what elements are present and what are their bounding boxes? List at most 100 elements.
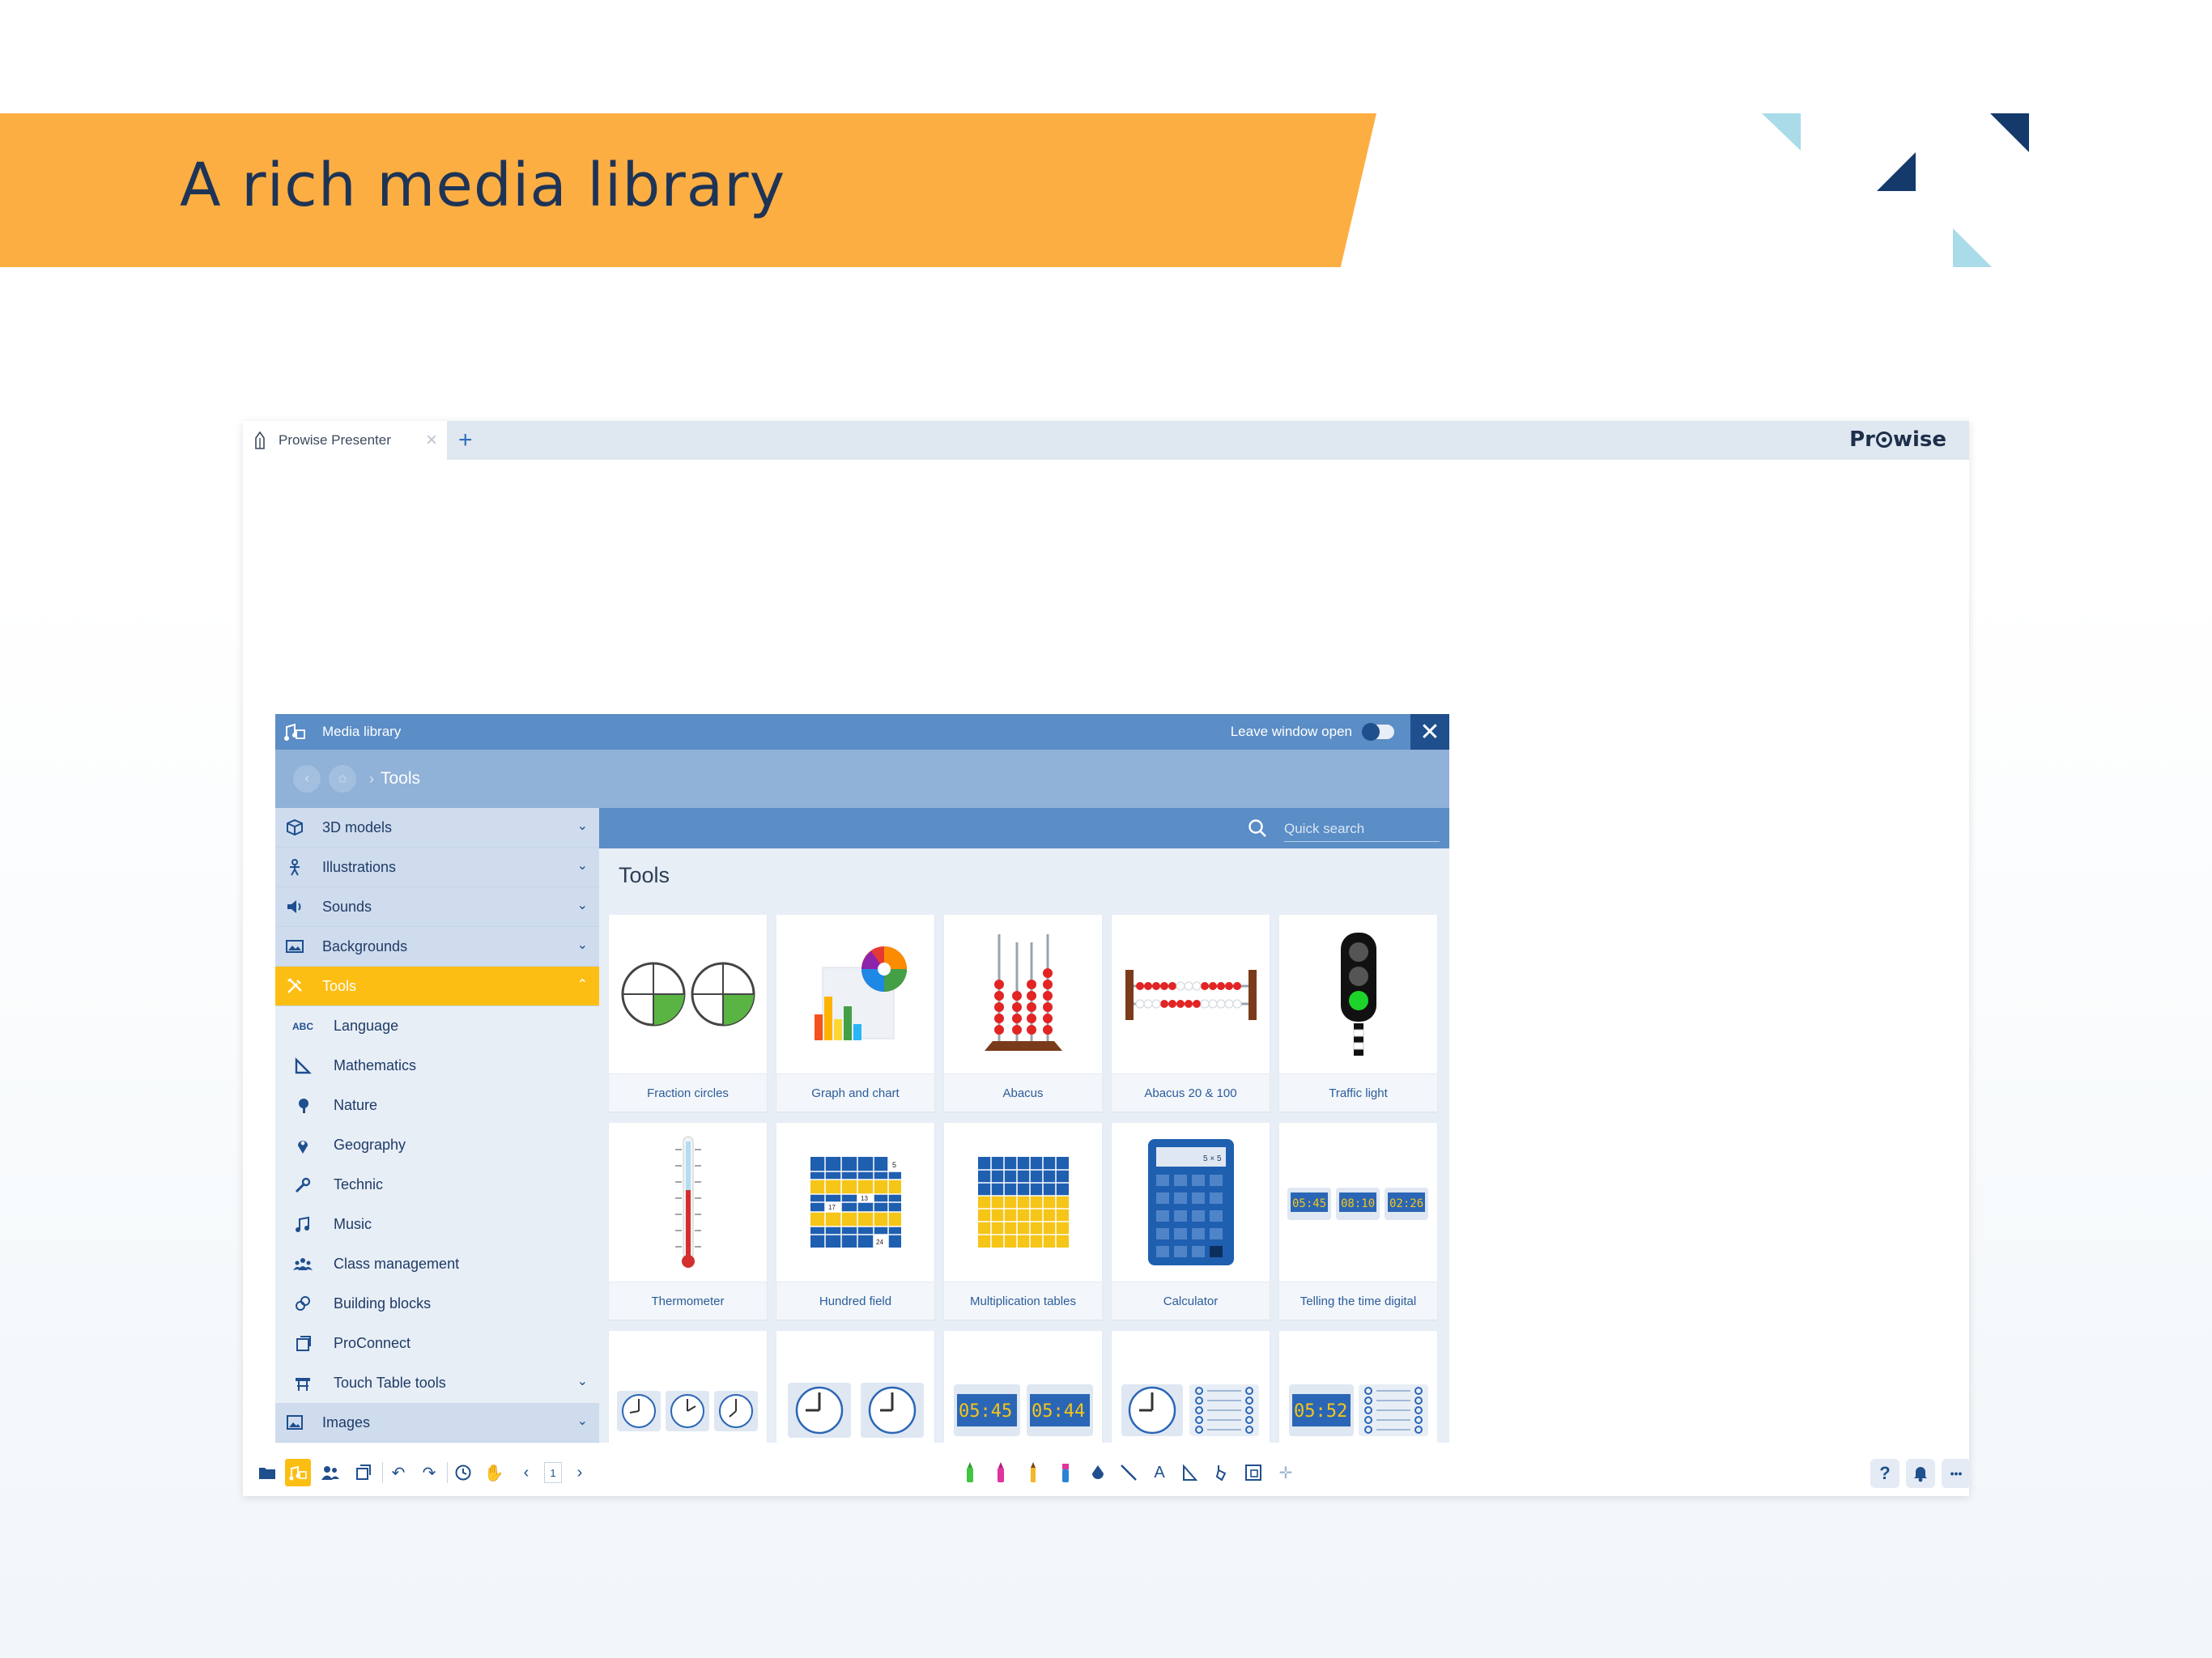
abacus-icon xyxy=(984,933,1062,1051)
page-number[interactable]: 1 xyxy=(544,1462,562,1483)
digital-clock-pair-icon: 05:45 05:44 xyxy=(953,1384,1093,1436)
close-tab-icon[interactable]: × xyxy=(426,431,437,450)
abacus-horizontal-icon xyxy=(1125,969,1257,1020)
tool-label: Abacus xyxy=(944,1073,1102,1112)
previous-page-icon[interactable]: ‹ xyxy=(513,1459,539,1486)
home-button[interactable]: ⌂ xyxy=(329,765,356,793)
add-tab-button[interactable]: + xyxy=(458,428,473,453)
sidebar-item-backgrounds[interactable]: Backgrounds ⌄ xyxy=(275,927,599,967)
pink-marker-icon[interactable] xyxy=(988,1459,1014,1486)
blocks-icon xyxy=(293,1295,313,1314)
tool-card-hundred-field[interactable]: 5 13 17 24 Hundred field xyxy=(776,1123,934,1320)
wrench-icon xyxy=(293,1175,313,1195)
analog-clock-pair-icon xyxy=(787,1382,924,1438)
tools-grid: Fraction circles Graph and chart Abacus … xyxy=(609,915,1449,1443)
toolbar-divider xyxy=(447,1462,448,1483)
sidebar-item-language[interactable]: ABC Language xyxy=(275,1006,599,1046)
next-page-icon[interactable]: › xyxy=(567,1459,593,1486)
yellow-pencil-icon[interactable] xyxy=(1020,1459,1046,1486)
svg-text:24: 24 xyxy=(876,1239,883,1246)
analog-clocks-icon xyxy=(616,1390,758,1431)
tool-label: Traffic light xyxy=(1279,1073,1437,1112)
media-library-toolbar-icon[interactable] xyxy=(285,1459,311,1486)
tool-card-traffic-light[interactable]: Traffic light xyxy=(1279,915,1437,1112)
sidebar-item-touch-table-tools[interactable]: Touch Table tools ⌄ xyxy=(275,1363,599,1403)
sidebar-item-proconnect[interactable]: ProConnect xyxy=(275,1324,599,1363)
tool-card-calculator[interactable]: 5 × 5 Calculator xyxy=(1112,1123,1270,1320)
fill-icon[interactable] xyxy=(1085,1459,1111,1486)
tool-card-abacus-20-100[interactable]: Abacus 20 & 100 xyxy=(1112,915,1270,1112)
sidebar-item-sounds[interactable]: Sounds ⌄ xyxy=(275,887,599,927)
decor-triangle xyxy=(1990,113,2029,152)
tool-label: Hundred field xyxy=(776,1282,934,1320)
hand-icon[interactable]: ✋ xyxy=(481,1459,507,1486)
ruler-icon[interactable] xyxy=(1177,1459,1203,1486)
tab-bar: Prowise Presenter × + Pr wise xyxy=(243,421,1969,460)
traffic-light-icon xyxy=(1340,932,1376,1056)
tool-card-abacus[interactable]: Abacus xyxy=(944,915,1102,1112)
sidebar-item-geography[interactable]: Geography xyxy=(275,1125,599,1165)
svg-text:13: 13 xyxy=(861,1195,868,1202)
graph-chart-icon xyxy=(814,946,907,1040)
close-media-library-button[interactable]: ✕ xyxy=(1410,714,1449,750)
users-icon[interactable] xyxy=(317,1459,343,1486)
sidebar-item-building-blocks[interactable]: Building blocks xyxy=(275,1284,599,1324)
search-icon[interactable] xyxy=(1247,818,1268,839)
thermometer-icon xyxy=(674,1136,701,1268)
breadcrumb-bar: ‹ ⌂ › Tools xyxy=(275,750,1449,808)
tool-card-telling-time-digital[interactable]: 05:45 08:10 02:26 Telling the time digit… xyxy=(1279,1123,1437,1320)
tool-card-analog-clocks[interactable] xyxy=(609,1331,767,1443)
text-tool-icon[interactable]: A xyxy=(1146,1459,1172,1486)
media-library-icon xyxy=(284,723,305,741)
move-icon[interactable]: ✛ xyxy=(1273,1459,1299,1486)
tool-card-digital-clock-schedule[interactable]: 05:52 xyxy=(1279,1331,1437,1443)
screen-capture-icon[interactable] xyxy=(1240,1459,1266,1486)
tool-card-analog-clock-pair[interactable] xyxy=(776,1331,934,1443)
blue-marker-icon[interactable] xyxy=(1053,1459,1078,1486)
svg-text:5: 5 xyxy=(892,1161,896,1169)
tool-card-graph-and-chart[interactable]: Graph and chart xyxy=(776,915,934,1112)
tool-card-clock-schedule[interactable] xyxy=(1112,1331,1270,1443)
redo-icon[interactable]: ↷ xyxy=(416,1459,442,1486)
tool-card-thermometer[interactable]: Thermometer xyxy=(609,1123,767,1320)
breadcrumb-current[interactable]: Tools xyxy=(381,769,420,789)
bottom-toolbar: ↶ ↷ ✋ ‹ 1 › A ✛ ? ••• xyxy=(243,1449,1971,1496)
tools-content: Tools Fraction circles xyxy=(599,808,1449,1443)
sidebar-item-mathematics[interactable]: Mathematics xyxy=(275,1046,599,1086)
proconnect-toolbar-icon[interactable] xyxy=(350,1459,376,1486)
sidebar-item-music[interactable]: Music xyxy=(275,1205,599,1244)
chevron-down-icon: ⌄ xyxy=(576,1414,588,1428)
svg-text:05:45: 05:45 xyxy=(959,1401,1012,1422)
prowise-logo: Pr wise xyxy=(1849,427,1946,452)
sidebar-item-3d-models[interactable]: 3D models ⌄ xyxy=(275,808,599,848)
help-button[interactable]: ? xyxy=(1870,1459,1899,1488)
more-options-button[interactable]: ••• xyxy=(1942,1459,1971,1488)
decor-triangle xyxy=(1953,228,1992,267)
leave-window-open-label: Leave window open xyxy=(1230,724,1352,739)
chevron-up-icon: ⌃ xyxy=(576,978,588,992)
line-tool-icon[interactable] xyxy=(1116,1459,1142,1486)
tool-label: Multiplication tables xyxy=(944,1282,1102,1320)
timer-icon[interactable] xyxy=(450,1459,476,1486)
folder-icon[interactable] xyxy=(254,1459,280,1486)
back-button[interactable]: ‹ xyxy=(293,765,321,793)
tab-prowise-presenter[interactable]: Prowise Presenter × xyxy=(243,421,447,460)
select-gesture-icon[interactable] xyxy=(1208,1459,1234,1486)
digital-clock-schedule-icon: 05:52 xyxy=(1288,1384,1428,1436)
undo-icon[interactable]: ↶ xyxy=(385,1459,411,1486)
sidebar-item-tools[interactable]: Tools ⌃ xyxy=(275,967,599,1006)
tool-label: Abacus 20 & 100 xyxy=(1112,1073,1270,1112)
tool-card-fraction-circles[interactable]: Fraction circles xyxy=(609,915,767,1112)
sidebar-item-nature[interactable]: Nature xyxy=(275,1086,599,1125)
tool-card-multiplication-tables[interactable]: Multiplication tables xyxy=(944,1123,1102,1320)
sidebar-item-illustrations[interactable]: Illustrations ⌄ xyxy=(275,848,599,887)
notifications-button[interactable] xyxy=(1906,1459,1935,1488)
pen-icon xyxy=(255,432,265,449)
leave-window-open-toggle[interactable] xyxy=(1362,723,1394,741)
sidebar-item-class-management[interactable]: Class management xyxy=(275,1244,599,1284)
sidebar-item-technic[interactable]: Technic xyxy=(275,1165,599,1205)
tool-card-digital-clock-pair[interactable]: 05:45 05:44 xyxy=(944,1331,1102,1443)
green-marker-icon[interactable] xyxy=(957,1459,983,1486)
sidebar-item-images[interactable]: Images ⌄ xyxy=(275,1403,599,1443)
quick-search-input[interactable] xyxy=(1284,816,1440,842)
